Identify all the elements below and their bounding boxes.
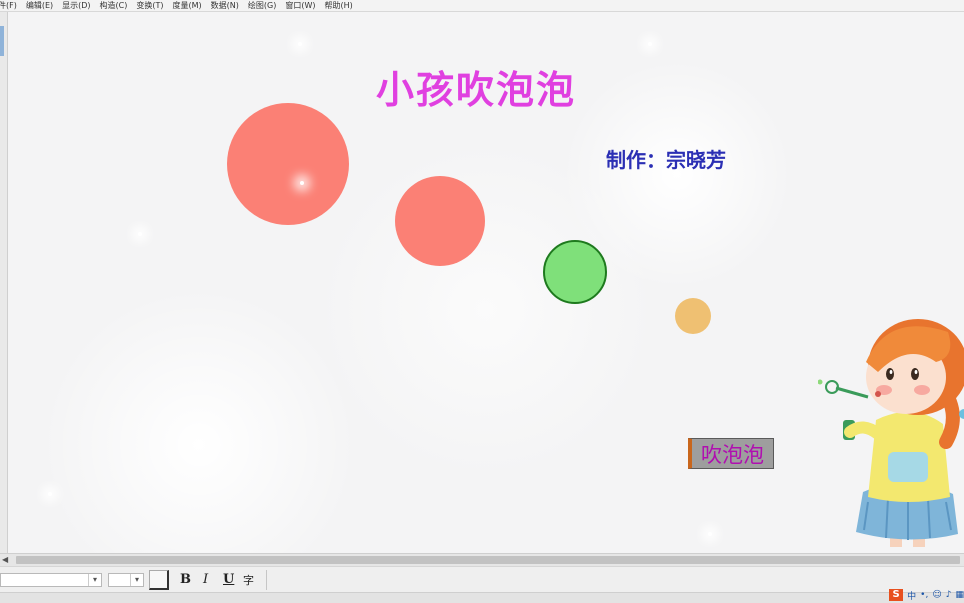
scroll-left-icon[interactable]: ◀: [2, 555, 8, 565]
bubble-small[interactable]: [675, 298, 711, 334]
menu-file[interactable]: 件(F): [0, 0, 17, 11]
page-title: 小孩吹泡泡: [376, 67, 577, 112]
menu-data[interactable]: 数据(N): [211, 0, 239, 11]
bubble-green[interactable]: [543, 240, 607, 304]
girl-illustration: [818, 319, 964, 547]
bold-button[interactable]: B: [180, 572, 191, 587]
emoji-icon[interactable]: ☺: [932, 590, 941, 600]
microphone-icon[interactable]: ♪: [946, 590, 952, 600]
menu-bar: 件(F) 编辑(E) 显示(D) 构造(C) 变换(T) 度量(M) 数据(N)…: [0, 0, 964, 12]
bubble-large[interactable]: [227, 103, 349, 225]
sketch-canvas[interactable]: 小孩吹泡泡 制作：宗晓芳 吹泡泡: [8, 12, 964, 553]
toolbox-edge: [0, 12, 8, 553]
keyboard-icon[interactable]: ▦: [955, 590, 964, 600]
menu-help[interactable]: 帮助(H): [325, 0, 353, 11]
menu-construct[interactable]: 构造(C): [100, 0, 128, 11]
font-size-select[interactable]: ▾: [108, 573, 144, 587]
chevron-down-icon[interactable]: ▾: [130, 574, 143, 586]
sparkle-decoration: [708, 532, 712, 536]
menu-edit[interactable]: 编辑(E): [26, 0, 53, 11]
sparkle-decoration: [648, 42, 652, 46]
ime-language[interactable]: 中: [907, 589, 916, 602]
text-format-toolbar: ▾ ▾ B I U 字: [0, 566, 964, 593]
italic-button[interactable]: I: [203, 572, 208, 587]
toolbar-divider: [266, 570, 267, 590]
scroll-thumb[interactable]: [16, 556, 960, 564]
menu-transform[interactable]: 变换(T): [136, 0, 163, 11]
underline-button[interactable]: U: [223, 572, 234, 587]
menu-window[interactable]: 窗口(W): [285, 0, 315, 11]
sogou-logo-icon[interactable]: S: [889, 589, 904, 601]
sparkle-decoration: [298, 42, 302, 46]
status-bar: [0, 592, 964, 603]
sparkle-decoration: [48, 492, 52, 496]
math-symbol-button[interactable]: 字: [243, 572, 254, 588]
sparkle-decoration: [138, 232, 142, 236]
menu-graph[interactable]: 绘图(G): [248, 0, 276, 11]
text-color-button[interactable]: [149, 570, 169, 590]
punctuation-icon[interactable]: •,: [920, 590, 928, 600]
author-credit: 制作：宗晓芳: [606, 148, 726, 172]
menu-measure[interactable]: 度量(M): [173, 0, 202, 11]
blow-bubbles-button[interactable]: 吹泡泡: [688, 438, 774, 469]
bubble-medium[interactable]: [395, 176, 485, 266]
horizontal-scrollbar[interactable]: ◀: [0, 553, 964, 566]
ime-toolbar: S 中 •, ☺ ♪ ▦: [889, 588, 964, 602]
font-family-select[interactable]: ▾: [0, 573, 102, 587]
menu-display[interactable]: 显示(D): [62, 0, 90, 11]
chevron-down-icon[interactable]: ▾: [88, 574, 101, 586]
toolbox-selected-tool[interactable]: [0, 26, 4, 56]
